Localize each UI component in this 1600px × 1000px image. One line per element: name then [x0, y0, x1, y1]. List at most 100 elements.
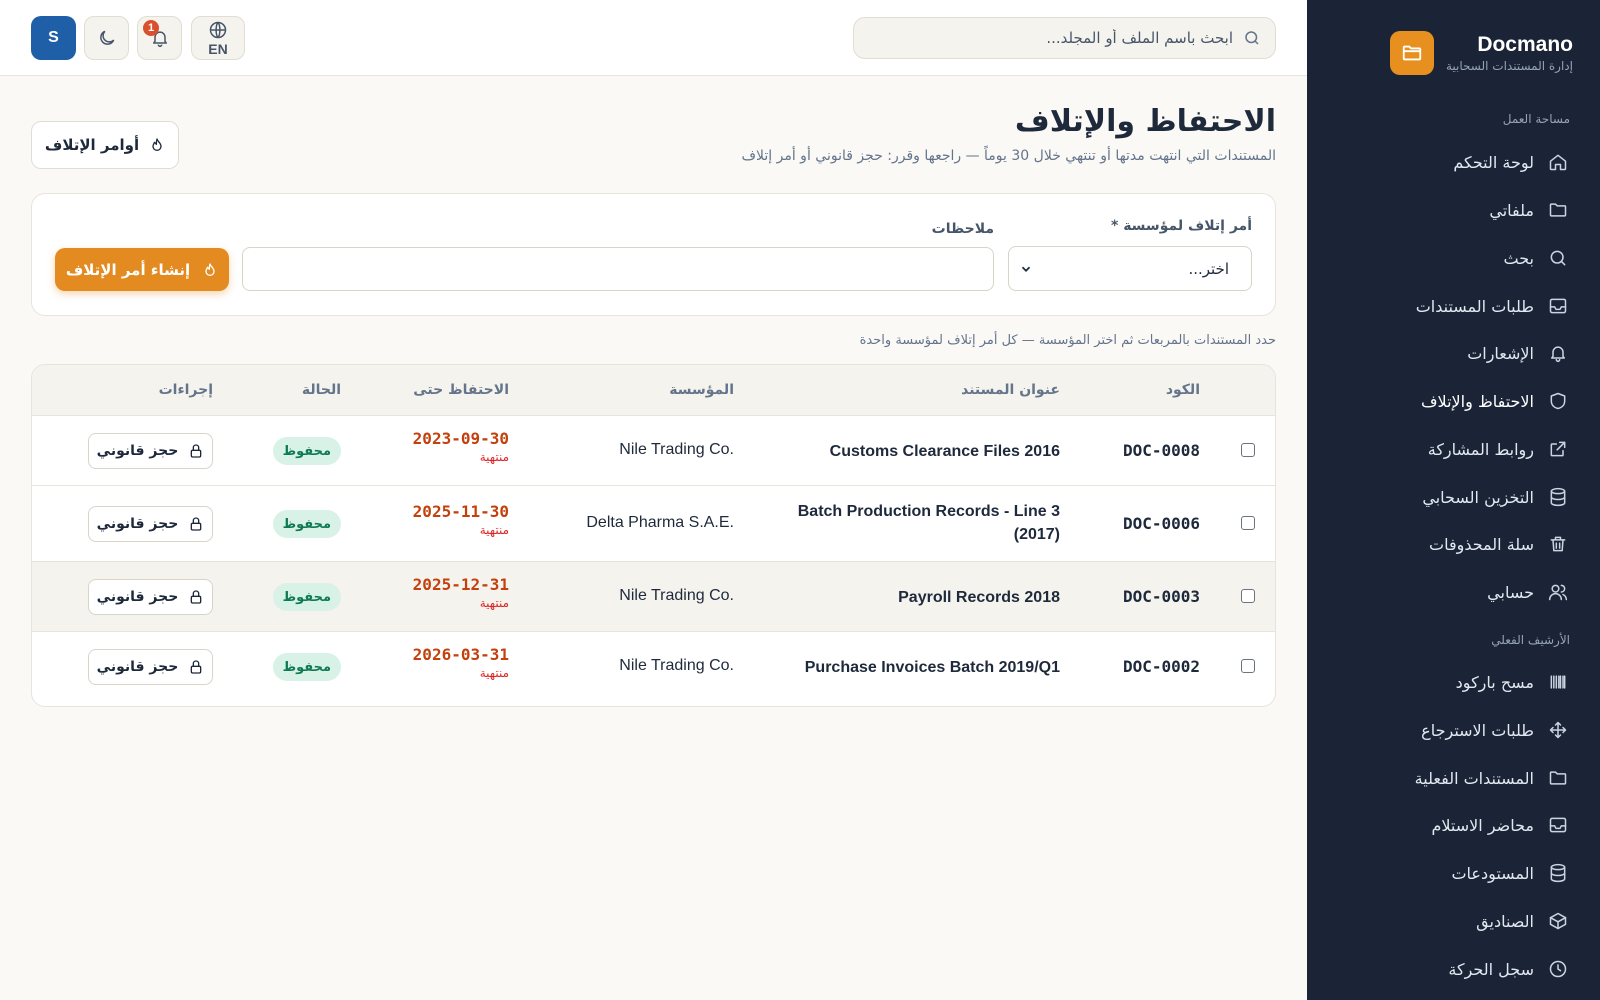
retention-cell: 2025-11-30 منتهية — [413, 502, 509, 537]
row-checkbox[interactable] — [1241, 589, 1255, 603]
sidebar-item-7[interactable]: روابط المشاركة — [1307, 427, 1600, 471]
sidebar-item-label: بحث — [1503, 248, 1535, 268]
doc-org: Nile Trading Co. — [619, 441, 734, 458]
inbox-icon — [1549, 298, 1567, 314]
doc-org: Nile Trading Co. — [619, 587, 734, 604]
doc-code: DOC-0003 — [1122, 587, 1200, 606]
sidebar-item-label: طلبات الاسترجاع — [1421, 720, 1534, 740]
dark-mode-toggle-button[interactable] — [84, 16, 129, 60]
doc-org: Delta Pharma S.A.E. — [586, 514, 734, 531]
notifications-button[interactable]: 1 — [137, 16, 182, 60]
sidebar: Docmano إدارة المستندات السحابية مساحة ا… — [1307, 0, 1600, 1000]
destruction-order-form: أمر إتلاف لمؤسسة * اختر... ملاحظات إنشاء… — [31, 193, 1276, 316]
status-badge: محفوظ — [272, 437, 341, 465]
sidebar-item-9[interactable]: سلة المحذوفات — [1307, 522, 1600, 566]
status-badge: محفوظ — [272, 583, 341, 611]
sidebar-item-12[interactable]: طلبات الاسترجاع — [1307, 708, 1600, 752]
status-badge: محفوظ — [272, 653, 341, 681]
sidebar-item-8[interactable]: التخزين السحابي — [1307, 475, 1600, 519]
retention-date: 2026-03-31 — [412, 645, 509, 664]
lock-icon — [190, 660, 202, 674]
retention-status: منتهية — [479, 596, 509, 610]
language-toggle-button[interactable]: EN — [191, 16, 245, 60]
destruction-orders-label: أوامر الإتلاف — [44, 136, 140, 154]
database-icon — [1550, 863, 1566, 883]
sidebar-item-3[interactable]: بحث — [1307, 236, 1600, 280]
sidebar-item-15[interactable]: المستودعات — [1307, 851, 1600, 895]
retention-date: 2023-09-30 — [412, 429, 509, 448]
sidebar-item-2[interactable]: ملفاتي — [1307, 188, 1600, 232]
brand[interactable]: Docmano إدارة المستندات السحابية — [1389, 30, 1573, 76]
sidebar-item-11[interactable]: مسح باركود — [1307, 660, 1600, 704]
trash-icon — [1550, 536, 1566, 552]
sidebar-item-17[interactable]: سجل الحركة — [1307, 947, 1600, 991]
sidebar-item-label: المستودعات — [1451, 863, 1534, 883]
org-select[interactable]: اختر... — [1008, 246, 1252, 291]
sidebar-item-14[interactable]: محاضر الاستلام — [1307, 803, 1600, 847]
page-title: الاحتفاظ والإتلاف — [1014, 104, 1276, 139]
legal-hold-label: حجز قانوني — [96, 516, 179, 532]
legal-hold-label: حجز قانوني — [96, 589, 179, 605]
brand-subtitle: إدارة المستندات السحابية — [1445, 59, 1573, 73]
bell-icon — [1551, 346, 1565, 363]
sidebar-item-16[interactable]: الصناديق — [1307, 899, 1600, 943]
users-icon — [1548, 584, 1568, 601]
table-row: DOC-0008 Customs Clearance Files 2016 Nile… — [32, 416, 1275, 486]
folder-icon — [1549, 203, 1567, 217]
retention-cell: 2025-12-31 منتهية — [413, 575, 509, 610]
row-checkbox[interactable] — [1241, 659, 1255, 673]
move-icon — [1549, 721, 1567, 739]
nav-section-physical-archive: الأرشيف الفعلي — [1491, 633, 1570, 647]
status-badge: محفوظ — [272, 510, 341, 538]
search-icon — [1245, 31, 1259, 45]
legal-hold-label: حجز قانوني — [96, 659, 179, 675]
sidebar-item-13[interactable]: المستندات الفعلية — [1307, 756, 1600, 800]
legal-hold-button[interactable]: حجز قانوني — [88, 579, 213, 615]
retention-status: منتهية — [479, 523, 509, 537]
page-subtitle: المستندات التي انتهت مدتها أو تنتهي خلال… — [741, 148, 1276, 164]
legal-hold-button[interactable]: حجز قانوني — [88, 433, 213, 469]
header-title: عنوان المستند — [961, 382, 1060, 398]
notes-input[interactable] — [242, 247, 994, 291]
folder-logo-icon — [1389, 31, 1434, 75]
globe-icon — [209, 21, 227, 38]
doc-title: Customs Clearance Files 2016 — [829, 443, 1060, 460]
row-checkbox[interactable] — [1241, 516, 1255, 530]
user-avatar[interactable]: S — [31, 16, 76, 60]
sidebar-item-label: روابط المشاركة — [1427, 439, 1534, 459]
destruction-orders-button[interactable]: أوامر الإتلاف — [31, 121, 179, 169]
brand-text: Docmano إدارة المستندات السحابية — [1446, 33, 1573, 73]
sidebar-item-label: مسح باركود — [1455, 672, 1534, 692]
sidebar-item-10[interactable]: حسابي — [1307, 570, 1600, 614]
legal-hold-label: حجز قانوني — [96, 443, 179, 459]
header-actions: إجراءات — [158, 382, 213, 398]
sidebar-item-4[interactable]: طلبات المستندات — [1307, 284, 1600, 328]
org-field-label: أمر إتلاف لمؤسسة * — [1111, 218, 1252, 234]
lock-icon — [190, 590, 202, 604]
sidebar-item-1[interactable]: لوحة التحكم — [1307, 140, 1600, 184]
language-label: EN — [208, 40, 228, 57]
sidebar-item-label: حسابي — [1487, 582, 1534, 602]
flame-icon — [152, 138, 162, 151]
header-code: الكود — [1165, 382, 1200, 398]
shield-icon — [1550, 392, 1566, 410]
table-row: DOC-0006 Batch Production Records - Line … — [32, 486, 1275, 562]
chevron-down-icon — [1021, 266, 1031, 272]
sidebar-item-label: الإشعارات — [1467, 343, 1534, 363]
flame-icon — [205, 262, 215, 276]
sidebar-item-label: محاضر الاستلام — [1431, 815, 1534, 835]
sidebar-item-6[interactable]: الاحتفاظ والإتلاف — [1307, 379, 1600, 423]
legal-hold-button[interactable]: حجز قانوني — [88, 506, 213, 542]
database-icon — [1550, 487, 1566, 507]
header-status: الحالة — [301, 382, 341, 398]
retention-date: 2025-12-31 — [412, 575, 509, 594]
row-checkbox[interactable] — [1241, 443, 1255, 457]
legal-hold-button[interactable]: حجز قانوني — [88, 649, 213, 685]
sidebar-item-label: المستندات الفعلية — [1414, 768, 1534, 788]
search-box[interactable] — [853, 17, 1276, 59]
create-destruction-order-button[interactable]: إنشاء أمر الإتلاف — [55, 248, 229, 291]
doc-title: Payroll Records 2018 — [898, 589, 1060, 606]
sidebar-item-5[interactable]: الإشعارات — [1307, 331, 1600, 375]
main-content: الاحتفاظ والإتلاف المستندات التي انتهت م… — [0, 76, 1307, 1000]
search-input[interactable] — [854, 29, 1233, 47]
